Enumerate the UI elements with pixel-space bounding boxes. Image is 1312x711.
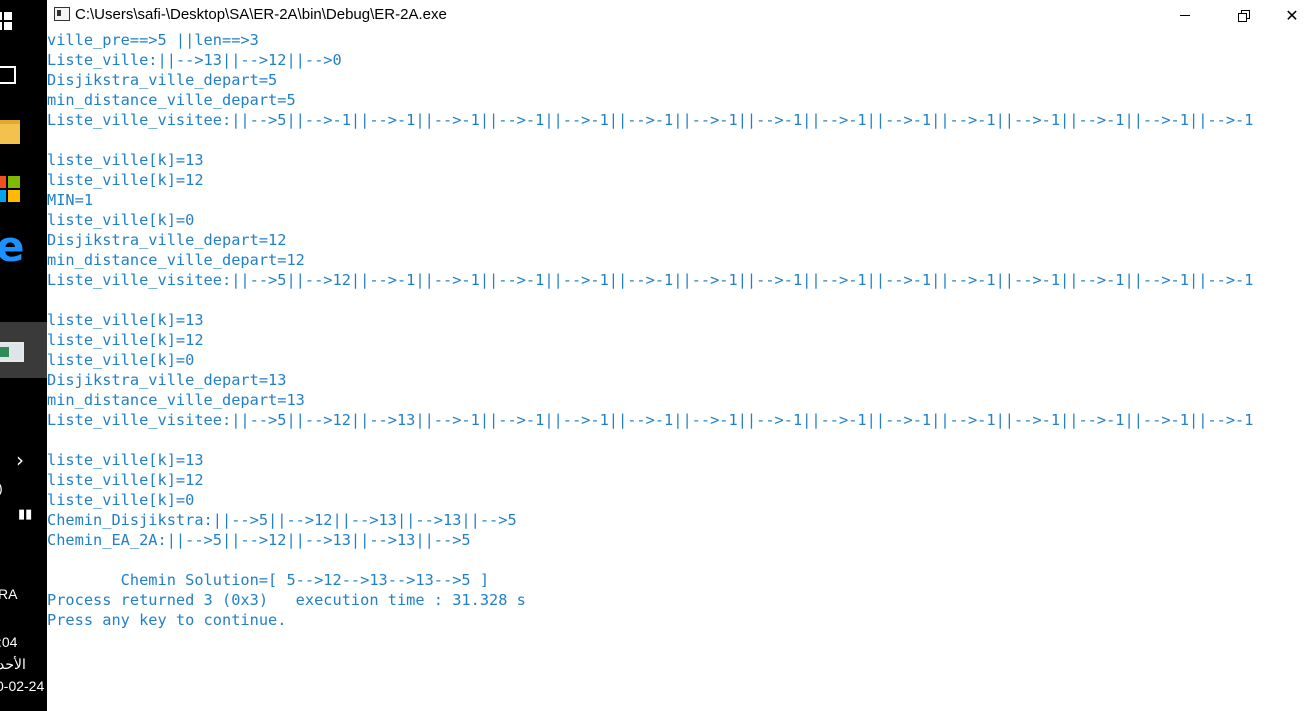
console-line: liste_ville[k]=13 [47,311,204,329]
clock-date: 0-02-24 [0,678,45,694]
console-line: liste_ville[k]=12 [47,171,204,189]
console-line: liste_ville[k]=13 [47,451,204,469]
console-line: min_distance_ville_depart=12 [47,251,305,269]
console-line: Chemin Solution=[ 5-->12-->13-->13-->5 ] [47,571,490,589]
console-line: MIN=1 [47,191,94,209]
minimize-button[interactable] [1162,0,1208,30]
console-line: Liste_ville:||-->13||-->12||-->0 [47,51,342,69]
console-line: Press any key to continue. [47,611,287,629]
console-line: ville_pre==>5 ||len==>3 [47,31,259,49]
console-line: Liste_ville_visitee:||-->5||-->12||-->-1… [47,271,1254,289]
window-title: C:\Users\safi-\Desktop\SA\ER-2A\bin\Debu… [75,6,447,23]
network-icon[interactable]: ▮▮ [18,506,32,522]
console-line: liste_ville[k]=0 [47,211,195,229]
restore-icon [1238,10,1250,22]
file-explorer-icon[interactable] [0,120,20,144]
console-line: min_distance_ville_depart=13 [47,391,305,409]
store-icon[interactable] [0,176,20,204]
taskbar: e › ) ▮▮ RA :04 الأحد 0-02-24 [0,0,47,711]
console-line: Process returned 3 (0x3) execution time … [47,591,526,609]
console-line: Chemin_Disjikstra:||-->5||-->12||-->13||… [47,511,517,529]
console-line: Disjikstra_ville_depart=12 [47,231,287,249]
windows-start-icon[interactable] [0,12,12,30]
close-button[interactable]: ✕ [1269,0,1312,30]
chevron-right-icon[interactable]: › [16,450,24,470]
console-line: liste_ville[k]=12 [47,331,204,349]
console-window-icon[interactable] [54,7,70,21]
volume-icon[interactable]: ) [0,480,3,496]
console-line: Chemin_EA_2A:||-->5||-->12||-->13||-->13… [47,531,471,549]
clock-time[interactable]: :04 [0,634,17,650]
console-line: Liste_ville_visitee:||-->5||-->12||-->13… [47,411,1254,429]
console-output[interactable]: ville_pre==>5 ||len==>3 Liste_ville:||-->… [47,30,1312,711]
restore-button[interactable] [1220,0,1266,30]
minimize-icon [1180,14,1190,16]
close-icon: ✕ [1285,5,1299,25]
console-line: liste_ville[k]=0 [47,351,195,369]
edge-icon[interactable]: e [0,226,25,268]
language-indicator[interactable]: RA [0,586,17,602]
console-line: min_distance_ville_depart=5 [47,91,296,109]
window-titlebar[interactable]: C:\Users\safi-\Desktop\SA\ER-2A\bin\Debu… [47,0,1312,30]
console-line: Disjikstra_ville_depart=5 [47,71,278,89]
console-line: Liste_ville_visitee:||-->5||-->-1||-->-1… [47,111,1254,129]
console-line: liste_ville[k]=13 [47,151,204,169]
console-app-taskbar-button[interactable] [0,322,47,378]
console-line: liste_ville[k]=0 [47,491,195,509]
console-app-icon [0,342,24,362]
console-line: Disjikstra_ville_depart=13 [47,371,287,389]
clock-day: الأحد [0,656,26,672]
console-line: liste_ville[k]=12 [47,471,204,489]
task-view-icon[interactable] [0,66,16,84]
